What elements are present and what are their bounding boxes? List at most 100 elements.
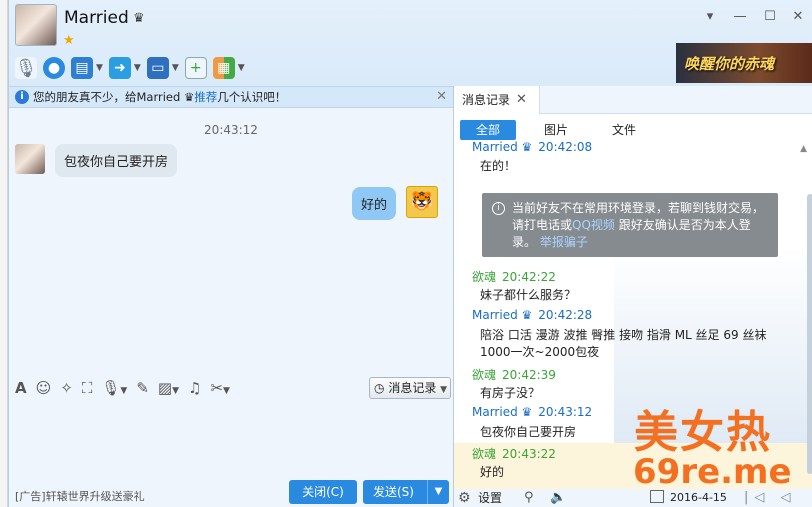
- close-tab-icon[interactable]: ✕: [516, 86, 527, 114]
- qq-video-link[interactable]: QQ视频: [572, 218, 615, 232]
- tab-message-history[interactable]: 消息记录 ✕: [454, 86, 540, 114]
- info-icon: i: [15, 90, 29, 104]
- entry-time: 20:43:22: [502, 447, 556, 461]
- notice-prefix: 您的朋友真不少，给Married ♛: [33, 90, 195, 104]
- emoji-icon[interactable]: ☺: [36, 379, 52, 397]
- vip-crown-icon: ♛: [133, 11, 145, 26]
- remote-desktop-button[interactable]: ▭ ▼: [146, 55, 179, 81]
- game-ad-banner[interactable]: 唤醒你的赤魂: [676, 43, 812, 83]
- scroll-up-icon[interactable]: ▲: [800, 144, 807, 154]
- bottom-bar: [广告]轩辕世界升级送豪礼 关闭(C) 发送(S) ▼: [9, 474, 453, 507]
- maximize-button[interactable]: ☐: [761, 8, 779, 26]
- screenshot-icon[interactable]: ⛶: [82, 379, 93, 397]
- send-options-dropdown[interactable]: ▼: [427, 480, 449, 504]
- gear-icon[interactable]: ⚙: [458, 489, 471, 507]
- message-input[interactable]: [9, 402, 453, 474]
- file-transfer-icon: ➜: [108, 57, 131, 79]
- message-timestamp: 20:43:12: [204, 123, 258, 137]
- window-menu-dropdown[interactable]: ▾: [701, 8, 719, 26]
- tab-label: 消息记录: [462, 93, 511, 107]
- top-toolbar: 🎙 ● ▤ ▼ ➜ ▼ ▭ ▼ + ▦ ▼: [15, 55, 245, 81]
- friend-recommend-notice: i 您的朋友真不少，给Married ♛推荐几个认识吧！ ✕: [9, 86, 453, 108]
- minimize-button[interactable]: —: [731, 8, 749, 26]
- history-entry-header: 欲魂 20:42:39: [472, 366, 556, 383]
- sender-name: Married ♛: [472, 308, 533, 322]
- history-entry-header: 欲魂 20:43:22: [472, 445, 556, 462]
- report-scammer-link[interactable]: 举报骗子: [540, 235, 588, 249]
- edit-icon[interactable]: ✎: [136, 379, 149, 397]
- info-icon: i: [492, 202, 505, 215]
- apps-button[interactable]: ▦ ▼: [212, 55, 245, 81]
- filter-all[interactable]: 全部: [460, 120, 516, 140]
- scissors-icon[interactable]: ✂▼: [210, 379, 230, 397]
- voice-call-button[interactable]: 🎙: [15, 55, 37, 81]
- remote-desktop-icon: ▭: [146, 57, 169, 79]
- chevron-down-icon: ▼: [440, 385, 448, 395]
- send-button[interactable]: 发送(S) ▼: [363, 480, 449, 504]
- ad-link[interactable]: [广告]轩辕世界升级送豪礼: [15, 488, 145, 504]
- sender-name: 欲魂: [472, 447, 497, 461]
- entry-time: 20:42:22: [502, 270, 556, 284]
- message-history-button[interactable]: ◷ 消息记录 ▼: [369, 377, 451, 399]
- avatar[interactable]: 🐯: [406, 186, 438, 218]
- magic-icon[interactable]: ✧: [60, 379, 73, 397]
- speaker-icon[interactable]: 🔈: [550, 489, 566, 507]
- video-call-button[interactable]: ●: [43, 55, 65, 81]
- add-app-icon: +: [184, 57, 207, 79]
- image-icon[interactable]: ▨▼: [158, 379, 179, 397]
- ad-banner-text: 唤醒你的赤魂: [684, 55, 775, 73]
- star-icon: ★: [63, 33, 75, 48]
- history-entry-text: 包夜你自己要开房: [480, 425, 577, 439]
- close-button[interactable]: 关闭(C): [289, 480, 357, 504]
- entry-time: 20:42:39: [502, 368, 556, 382]
- add-app-button[interactable]: +: [184, 55, 207, 81]
- screen-share-button[interactable]: ▤ ▼: [71, 55, 103, 81]
- chevron-down-icon: ▼: [237, 63, 245, 73]
- filter-files[interactable]: 文件: [604, 120, 644, 140]
- close-notice-button[interactable]: ✕: [436, 87, 447, 107]
- clock-icon: ◷: [374, 381, 385, 395]
- chevron-down-icon: ▼: [133, 63, 141, 73]
- history-entry-header: Married ♛ 20:42:28: [472, 308, 592, 322]
- history-entry-text: 陪浴 口活 漫游 波推 臀推 接吻 指滑 ML 丝足 69 丝袜1000一次~2…: [480, 328, 767, 359]
- send-label: 发送(S): [373, 485, 414, 499]
- history-entry-text: 好的: [480, 465, 505, 479]
- history-tabbar: 消息记录 ✕: [454, 86, 812, 114]
- header: Married ♛ ★ ▾ — ☐ ✕ 🎙 ● ▤ ▼ ➜ ▼ ▭ ▼ + ▦ …: [9, 0, 812, 86]
- scrollbar[interactable]: [807, 194, 812, 474]
- apps-grid-icon: ▦: [212, 57, 235, 79]
- screen-share-icon: ▤: [71, 57, 93, 79]
- history-entry-text: 有房子没？: [480, 386, 541, 400]
- history-entry-header: 欲魂 20:42:22: [472, 268, 556, 285]
- microphone-icon: 🎙: [14, 57, 38, 79]
- contact-avatar[interactable]: [15, 4, 57, 46]
- incoming-message-bubble: 包夜你自己要开房: [55, 144, 178, 177]
- notice-suffix: 几个认识吧！: [217, 90, 287, 104]
- contact-name[interactable]: Married: [64, 8, 129, 28]
- close-window-button[interactable]: ✕: [789, 8, 807, 26]
- sender-name: 欲魂: [472, 368, 497, 382]
- outgoing-message-bubble: 好的: [352, 187, 397, 220]
- chat-messages: 20:43:12 包夜你自己要开房 好的 🐯: [9, 109, 453, 374]
- recommend-link[interactable]: 推荐: [194, 90, 217, 104]
- history-entry-text: 在的！: [480, 159, 517, 173]
- message-history-label: 消息记录: [388, 381, 437, 395]
- history-entry-header: Married ♛ 20:42:08: [472, 140, 592, 154]
- search-icon[interactable]: ⚲: [524, 489, 534, 507]
- webcam-icon: ●: [43, 57, 65, 79]
- voice-icon[interactable]: 🎙▼: [101, 379, 127, 397]
- entry-time: 20:42:08: [538, 140, 593, 154]
- sender-name: Married ♛: [472, 140, 533, 154]
- entry-time: 20:42:28: [538, 308, 593, 322]
- font-icon[interactable]: A: [15, 379, 27, 397]
- avatar[interactable]: [15, 144, 45, 174]
- security-warning: i 当前好友不在常用环境登录，若聊到钱财交易，请打电话或QQ视频 跟好友确认是否…: [482, 193, 778, 257]
- sender-name: 欲魂: [472, 270, 497, 284]
- music-icon[interactable]: ♫: [188, 379, 201, 397]
- chevron-down-icon: ▼: [96, 63, 103, 73]
- sender-name: Married ♛: [472, 405, 533, 419]
- history-entry-text: 妹子都什么服务？: [480, 288, 577, 302]
- settings-label[interactable]: 设置: [478, 489, 502, 507]
- filter-images[interactable]: 图片: [536, 120, 576, 140]
- file-transfer-button[interactable]: ➜ ▼: [108, 55, 141, 81]
